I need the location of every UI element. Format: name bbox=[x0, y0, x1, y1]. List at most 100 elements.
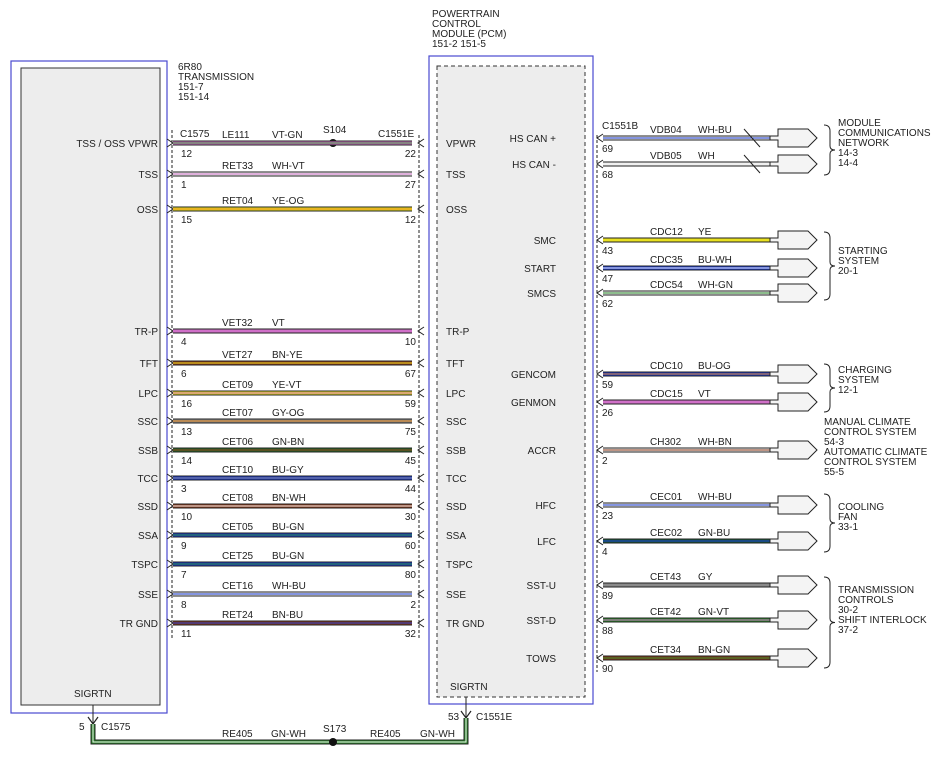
left-wire: TCC 3 44 CET10 BU-GY TCC bbox=[137, 465, 466, 495]
pcm-right-pin-arrow bbox=[596, 615, 604, 625]
pcm-signal-label: LFC bbox=[537, 537, 556, 548]
wire-color-code: WH-BN bbox=[698, 437, 732, 448]
wire-color-code: VT-GN bbox=[272, 130, 303, 141]
wire-color-code: BU-WH bbox=[698, 255, 732, 266]
pcm-signal-label: ACCR bbox=[528, 446, 556, 457]
pcm-pin-number: 2 bbox=[410, 600, 416, 611]
circuit-id: VDB05 bbox=[650, 151, 682, 162]
pcm-right-pin-number: 2 bbox=[602, 456, 608, 467]
trans-pin-number: 13 bbox=[181, 427, 193, 438]
trans-pin-number: 14 bbox=[181, 456, 193, 467]
pcm-pin-number: 67 bbox=[405, 369, 417, 380]
destination-brace bbox=[823, 231, 836, 301]
pcm-signal-label: SMCS bbox=[527, 289, 556, 300]
wire-color-code: GY bbox=[698, 572, 713, 583]
wire-color-code: BU-GN bbox=[272, 522, 304, 533]
pcm-right-pin-arrow bbox=[596, 133, 604, 143]
circuit-id: CET16 bbox=[222, 581, 254, 592]
pcm-signal-label: HS CAN + bbox=[510, 134, 557, 145]
pcm-right-connector-label: C1551B bbox=[602, 121, 638, 132]
left-wire: TSPC 7 80 CET25 BU-GN TSPC bbox=[131, 551, 472, 581]
circuit-id: CET43 bbox=[650, 572, 682, 583]
circuit-id: RET24 bbox=[222, 610, 254, 621]
circuit-id: CEC02 bbox=[650, 528, 683, 539]
trans-pin-number: 8 bbox=[181, 600, 187, 611]
wire-color-code: BN-GN bbox=[698, 645, 730, 656]
wire-color-code: BN-WH bbox=[272, 493, 306, 504]
destination-label-line: 14-4 bbox=[838, 158, 858, 169]
trans-pin-number: 15 bbox=[181, 215, 193, 226]
pcm-signal-label: START bbox=[524, 264, 556, 275]
destination-connector-shape bbox=[769, 575, 818, 595]
trans-pin-number: 4 bbox=[181, 337, 187, 348]
pcm-pin-label: SSD bbox=[446, 502, 467, 513]
trans-pin-number: 12 bbox=[181, 149, 193, 160]
wire-color-code: VT bbox=[272, 318, 285, 329]
wire-color-code: WH-BU bbox=[698, 125, 732, 136]
destination-connector-shape bbox=[769, 364, 818, 384]
pcm-signal-label: HFC bbox=[535, 501, 556, 512]
wire-color-code: BU-OG bbox=[698, 361, 731, 372]
pcm-right-pin-number: 90 bbox=[602, 664, 614, 675]
wire-color-code: WH-VT bbox=[272, 161, 305, 172]
trans-pin-label: OSS bbox=[137, 205, 158, 216]
trans-pin-label: SSD bbox=[137, 502, 158, 513]
destination-label-line: 12-1 bbox=[838, 385, 858, 396]
destination-block: TRANSMISSIONCONTROLS30-2SHIFT INTERLOCK3… bbox=[823, 576, 927, 669]
trans-pin-label: SSC bbox=[137, 417, 158, 428]
ground-color-left: GN-WH bbox=[271, 729, 306, 740]
wire-color-code: WH-GN bbox=[698, 280, 733, 291]
pcm-pin-number: 59 bbox=[405, 399, 417, 410]
pcm-pin-number: 10 bbox=[405, 337, 417, 348]
ground-circuit-right: RE405 bbox=[370, 729, 401, 740]
circuit-id: CDC12 bbox=[650, 227, 683, 238]
wire-color-code: WH-BU bbox=[272, 581, 306, 592]
destination-block: CHARGINGSYSTEM12-1 bbox=[823, 363, 892, 413]
left-wire: SSA 9 60 CET05 BU-GN SSA bbox=[138, 522, 466, 552]
pcm-right-pin-number: 47 bbox=[602, 274, 614, 285]
circuit-id: CET09 bbox=[222, 380, 254, 391]
pcm-right-pin-arrow bbox=[596, 580, 604, 590]
destination-connector-shape bbox=[769, 440, 818, 460]
pcm-pin-number: 27 bbox=[405, 180, 417, 191]
destination-connector-shape bbox=[769, 258, 818, 278]
ground-color-right: GN-WH bbox=[420, 729, 455, 740]
pcm-right-pin-arrow bbox=[596, 653, 604, 663]
wire-color-code: YE bbox=[698, 227, 712, 238]
splice-s173 bbox=[329, 738, 337, 746]
transmission-module-body bbox=[20, 67, 161, 706]
circuit-id: CEC01 bbox=[650, 492, 683, 503]
destination-brace bbox=[823, 124, 836, 176]
pcm-signal-label: TOWS bbox=[526, 654, 556, 665]
trans-pin-label: TSS / OSS VPWR bbox=[76, 139, 158, 150]
circuit-id: CDC15 bbox=[650, 389, 683, 400]
circuit-id: CET25 bbox=[222, 551, 254, 562]
trans-pin-number: 11 bbox=[181, 629, 192, 640]
circuit-id: CET34 bbox=[650, 645, 682, 656]
transmission-connector-label: C1575 bbox=[180, 129, 210, 140]
pcm-signal-label: GENCOM bbox=[511, 370, 556, 381]
wire-color-code: WH-BU bbox=[698, 492, 732, 503]
pcm-left-connector-label: C1551E bbox=[378, 129, 414, 140]
pcm-pin-arrow bbox=[417, 501, 425, 511]
circuit-id: VET32 bbox=[222, 318, 253, 329]
pcm-right-pin-number: 23 bbox=[602, 511, 614, 522]
circuit-id: VDB04 bbox=[650, 125, 682, 136]
pcm-pin-number: 22 bbox=[405, 149, 417, 160]
circuit-id: CDC54 bbox=[650, 280, 683, 291]
pcm-right-pin-arrow bbox=[596, 288, 604, 298]
pcm-right-pin-arrow bbox=[596, 235, 604, 245]
wire-color-code: BN-BU bbox=[272, 610, 303, 621]
transmission-ref-2: 151-14 bbox=[178, 92, 210, 103]
pcm-pin-label: VPWR bbox=[446, 139, 476, 150]
pcm-sigrtn-pin: 53 bbox=[448, 712, 460, 723]
wire-color-code: GN-VT bbox=[698, 607, 729, 618]
wire-color-code: GY-OG bbox=[272, 408, 305, 419]
pcm-pin-label: LPC bbox=[446, 389, 465, 400]
left-wire: SSB 14 45 CET06 GN-BN SSB bbox=[138, 437, 466, 467]
pcm-right-pin-arrow bbox=[596, 500, 604, 510]
destination-connector-shape bbox=[769, 230, 818, 250]
trans-pin-label: TR-P bbox=[135, 327, 159, 338]
pcm-pin-label: OSS bbox=[446, 205, 467, 216]
wire-color-code: GN-BN bbox=[272, 437, 304, 448]
